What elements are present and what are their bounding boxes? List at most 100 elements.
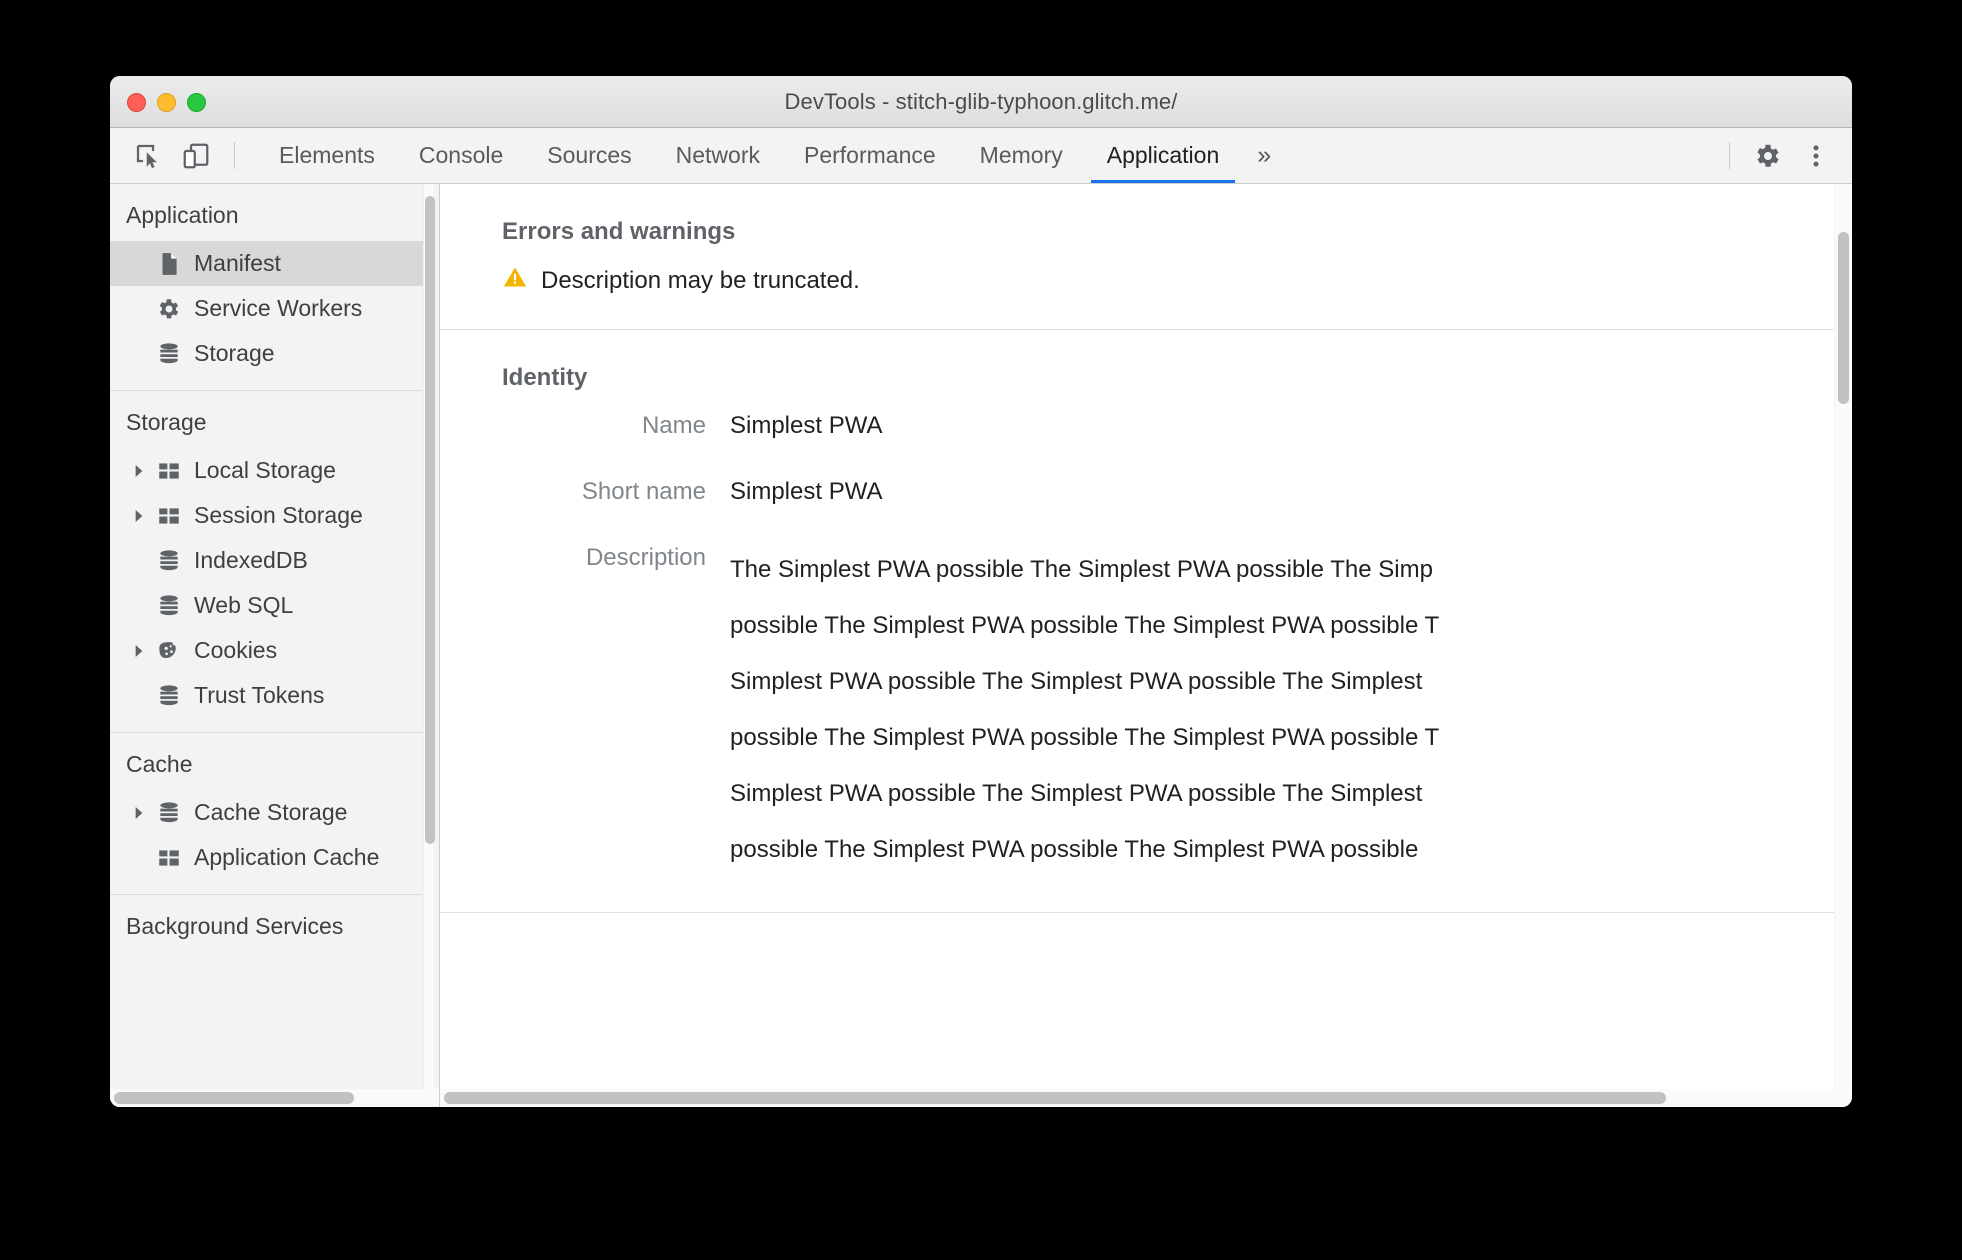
sidebar-item-manifest[interactable]: Manifest (110, 241, 425, 286)
minimize-button[interactable] (157, 92, 176, 112)
table-icon (152, 458, 186, 484)
description-line: Simplest PWA possible The Simplest PWA p… (730, 780, 1423, 808)
description-line: possible The Simplest PWA possible The S… (730, 836, 1419, 864)
devtools-body: Application Manifest Service Workers Sto… (110, 184, 1852, 1107)
field-label: Name (641, 412, 706, 439)
chevron-right-icon[interactable] (126, 805, 152, 821)
sidebar-group-header: Application (126, 202, 239, 228)
sidebar-vertical-scroll-thumb[interactable] (425, 196, 435, 844)
warning-message: Description may be truncated. (541, 266, 860, 294)
tab-console[interactable]: Console (397, 128, 525, 183)
device-toolbar-icon[interactable] (172, 128, 220, 183)
tab-memory[interactable]: Memory (958, 128, 1085, 183)
tab-sources[interactable]: Sources (525, 128, 653, 183)
database-icon (152, 800, 186, 826)
devtools-toolbar: Elements Console Sources Network Perform… (110, 128, 1852, 184)
sidebar-group-application: Application Manifest Service Workers Sto… (110, 184, 425, 391)
chevron-right-icon[interactable] (126, 508, 152, 524)
sidebar-horizontal-scroll-thumb[interactable] (114, 1092, 354, 1104)
description-line: The Simplest PWA possible The Simplest P… (730, 556, 1433, 584)
sidebar-item-indexeddb[interactable]: IndexedDB (110, 538, 425, 583)
field-label: Short name (581, 478, 706, 506)
more-vertical-icon[interactable] (1792, 128, 1840, 183)
sidebar-item-web-sql[interactable]: Web SQL (110, 583, 425, 628)
sidebar-item-label: Session Storage (194, 502, 363, 528)
sidebar-item-label: Storage (194, 340, 275, 366)
sidebar-item-session-storage[interactable]: Session Storage (110, 493, 425, 538)
close-button[interactable] (127, 92, 146, 112)
window-title: DevTools - stitch-glib-typhoon.glitch.me… (784, 88, 1178, 114)
description-line: Simplest PWA possible The Simplest PWA p… (730, 668, 1423, 696)
sidebar-vertical-scrollbar[interactable] (423, 184, 435, 1107)
sidebar-item-storage[interactable]: Storage (110, 331, 425, 376)
sidebar-item-label: Cache Storage (194, 799, 348, 825)
table-icon (152, 503, 186, 529)
sidebar-item-label: Web SQL (194, 592, 294, 618)
sidebar-item-service-workers[interactable]: Service Workers (110, 286, 425, 331)
gear-icon[interactable] (1744, 128, 1792, 183)
chevron-right-icon[interactable] (126, 643, 152, 659)
sidebar-group-header: Storage (126, 409, 207, 435)
window-titlebar: DevTools - stitch-glib-typhoon.glitch.me… (110, 76, 1852, 128)
sidebar-item-label: Manifest (194, 250, 281, 276)
gear-icon (152, 296, 186, 322)
description-value: The Simplest PWA possible The Simplest P… (730, 542, 1439, 878)
sidebar-item-local-storage[interactable]: Local Storage (110, 448, 425, 493)
warning-row: Description may be truncated. (502, 264, 1836, 329)
field-label: Description (585, 544, 706, 572)
sidebar-item-label: Service Workers (194, 295, 363, 321)
more-tabs-icon[interactable]: » (1241, 128, 1287, 183)
database-icon (152, 593, 186, 619)
sidebar-group-storage: Storage Local Storage Session Storage In… (110, 391, 425, 733)
field-row-short-name: Short name Simplest PWA (502, 476, 1836, 542)
zoom-button[interactable] (187, 92, 206, 112)
field-value: Simplest PWA (730, 412, 883, 439)
section-title: Errors and warnings (502, 218, 736, 245)
sidebar-item-label: Cookies (194, 637, 278, 663)
sidebar-item-label: Local Storage (194, 457, 336, 483)
manifest-content: Errors and warnings Description may be t… (440, 184, 1836, 1089)
tab-performance[interactable]: Performance (782, 128, 958, 183)
sidebar-scroll-area: Application Manifest Service Workers Sto… (110, 184, 425, 1089)
sidebar-horizontal-scrollbar[interactable] (110, 1089, 439, 1107)
devtools-window: DevTools - stitch-glib-typhoon.glitch.me… (110, 76, 1852, 1107)
document-icon (152, 251, 186, 277)
sidebar-group-header: Background Services (126, 913, 344, 939)
toolbar-divider-right (1729, 142, 1730, 169)
tab-network[interactable]: Network (654, 128, 782, 183)
description-line: possible The Simplest PWA possible The S… (730, 612, 1440, 640)
chevron-right-icon[interactable] (126, 463, 152, 479)
toolbar-divider (234, 142, 235, 169)
application-sidebar: Application Manifest Service Workers Sto… (110, 184, 440, 1107)
field-value: Simplest PWA (730, 478, 883, 506)
database-icon (152, 341, 186, 367)
sidebar-item-trust-tokens[interactable]: Trust Tokens (110, 673, 425, 718)
cookie-icon (152, 638, 186, 664)
tab-elements[interactable]: Elements (257, 128, 397, 183)
tab-application[interactable]: Application (1085, 128, 1242, 183)
section-title: Identity (502, 364, 588, 391)
panel-vertical-scroll-thumb[interactable] (1838, 232, 1849, 404)
sidebar-group-cache: Cache Cache Storage Application Cache (110, 733, 425, 895)
warning-triangle-icon (502, 264, 528, 297)
sidebar-item-label: IndexedDB (194, 547, 308, 573)
errors-and-warnings-section: Errors and warnings Description may be t… (440, 184, 1836, 330)
inspect-element-icon[interactable] (124, 128, 172, 183)
sidebar-item-label: Application Cache (194, 844, 380, 870)
panel-vertical-scrollbar[interactable] (1834, 184, 1850, 1107)
sidebar-group-background-services: Background Services (110, 895, 425, 966)
sidebar-item-cookies[interactable]: Cookies (110, 628, 425, 673)
sidebar-item-cache-storage[interactable]: Cache Storage (110, 790, 425, 835)
table-icon (152, 845, 186, 871)
panel-tabs: Elements Console Sources Network Perform… (257, 128, 1287, 183)
sidebar-item-label: Trust Tokens (194, 682, 325, 708)
panel-horizontal-scroll-thumb[interactable] (444, 1092, 1666, 1104)
sidebar-group-header: Cache (126, 751, 193, 777)
toolbar-right-group (1715, 128, 1852, 183)
field-row-name: Name Simplest PWA (502, 410, 1836, 476)
panel-horizontal-scrollbar[interactable] (440, 1089, 1852, 1107)
sidebar-item-application-cache[interactable]: Application Cache (110, 835, 425, 880)
field-row-description: Description The Simplest PWA possible Th… (502, 542, 1836, 912)
identity-section: Identity Name Simplest PWA Short name Si… (440, 330, 1836, 914)
description-line: possible The Simplest PWA possible The S… (730, 724, 1440, 752)
